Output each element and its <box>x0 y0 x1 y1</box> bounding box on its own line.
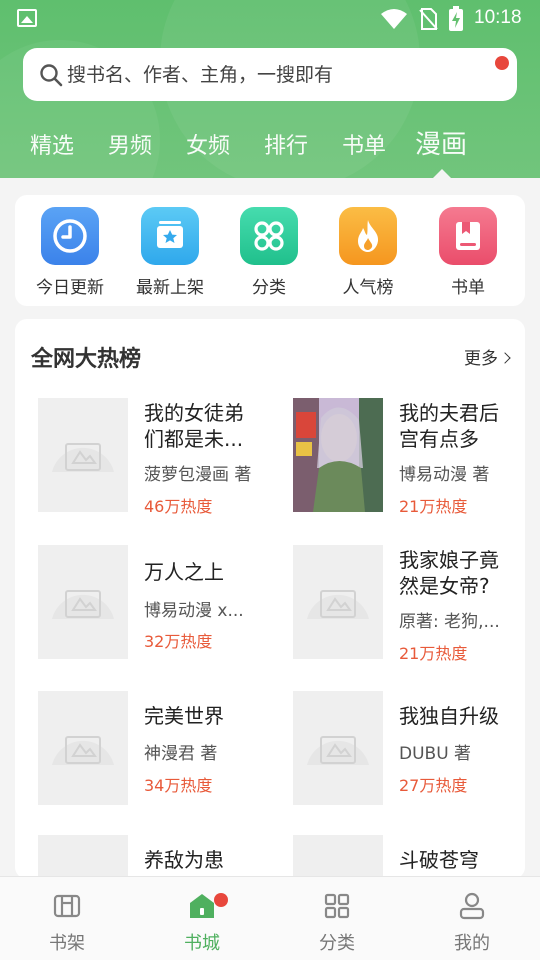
book-title: 我的女徒弟们都是未... <box>144 401 244 451</box>
no-sim-icon <box>419 8 438 30</box>
book-cover-placeholder <box>38 398 128 512</box>
book-heat: 21万热度 <box>399 497 468 516</box>
book-title: 养敌为患 <box>144 848 224 872</box>
book-heat: 21万热度 <box>399 644 468 663</box>
book-author: DUBU 著 <box>399 744 472 764</box>
quick-link-label: 最新上架 <box>136 278 204 298</box>
book-cover-placeholder <box>293 545 383 659</box>
quick-link-label: 书单 <box>451 278 485 298</box>
book-item[interactable]: 我的夫君后宫有点多 博易动漫 著 21万热度 <box>293 398 525 518</box>
star-box-icon <box>141 207 199 265</box>
quick-link-booklist[interactable]: 书单 <box>418 207 518 298</box>
book-title: 万人之上 <box>144 560 224 584</box>
status-bar: 10:18 <box>0 0 540 36</box>
bottom-navigation: 书架 书城 分类 我的 <box>0 876 540 960</box>
book-heat: 32万热度 <box>144 632 213 651</box>
picture-icon <box>17 9 37 27</box>
book-item[interactable]: 万人之上 博易动漫 x... 32万热度 <box>38 545 288 665</box>
book-author: 博易动漫 x... <box>144 601 244 621</box>
nav-label: 书城 <box>184 933 220 954</box>
image-placeholder-icon <box>52 590 114 619</box>
image-placeholder-icon <box>307 590 369 619</box>
nav-bookstore[interactable]: 书城 <box>162 891 242 955</box>
nav-bookshelf[interactable]: 书架 <box>27 891 107 955</box>
image-placeholder-icon <box>52 443 114 472</box>
quick-link-label: 分类 <box>252 278 286 298</box>
wifi-icon <box>381 9 407 29</box>
tab-ranking[interactable]: 排行 <box>264 128 308 160</box>
home-icon <box>190 894 214 918</box>
book-author: 博易动漫 著 <box>399 465 490 485</box>
book-item[interactable]: 完美世界 神漫君 著 34万热度 <box>38 691 288 811</box>
clock-icon <box>41 207 99 265</box>
bookmark-book-icon <box>439 207 497 265</box>
search-icon <box>40 64 63 87</box>
book-heat: 46万热度 <box>144 497 213 516</box>
tab-female[interactable]: 女频 <box>186 128 230 160</box>
tab-comics[interactable]: 漫画 <box>415 124 467 161</box>
book-item[interactable]: 我家娘子竟然是女帝? 原著: 老狗,... 21万热度 <box>293 545 525 665</box>
book-item[interactable]: 我的女徒弟们都是未... 菠萝包漫画 著 46万热度 <box>38 398 288 518</box>
cover-artwork <box>293 398 383 512</box>
image-placeholder-icon <box>52 736 114 765</box>
book-cover-placeholder <box>293 691 383 805</box>
chevron-right-icon <box>499 352 511 364</box>
quick-links-card: 今日更新 最新上架 分类 人气榜 书单 <box>15 195 525 306</box>
quick-link-label: 今日更新 <box>36 278 104 298</box>
section-title: 全网大热榜 <box>31 347 142 372</box>
book-title: 完美世界 <box>144 704 224 728</box>
book-item[interactable]: 我独自升级 DUBU 著 27万热度 <box>293 691 525 811</box>
book-author: 神漫君 著 <box>144 744 218 764</box>
tab-male[interactable]: 男频 <box>108 128 152 160</box>
book-cover-placeholder <box>38 545 128 659</box>
header: 10:18 精选 男频 女频 排行 书单 漫画 <box>0 0 540 178</box>
category-grid-icon <box>324 893 350 919</box>
book-title: 斗破苍穹 <box>399 848 479 872</box>
book-item[interactable]: 斗破苍穹 <box>293 835 525 879</box>
book-heat: 34万热度 <box>144 776 213 795</box>
quick-link-popular[interactable]: 人气榜 <box>318 207 418 298</box>
search-input[interactable] <box>67 58 487 92</box>
book-cover-placeholder <box>38 835 128 879</box>
grid-flower-icon <box>240 207 298 265</box>
quick-link-new-arrivals[interactable]: 最新上架 <box>120 207 220 298</box>
book-cover-placeholder <box>293 835 383 879</box>
nav-profile[interactable]: 我的 <box>432 891 512 955</box>
more-label: 更多 <box>464 349 498 369</box>
battery-charging-icon <box>449 6 463 31</box>
tab-booklist[interactable]: 书单 <box>342 128 386 160</box>
person-icon <box>459 892 485 920</box>
tab-featured[interactable]: 精选 <box>30 128 74 160</box>
quick-link-label: 人气榜 <box>342 278 394 298</box>
book-title: 我的夫君后宫有点多 <box>399 401 499 451</box>
quick-link-category[interactable]: 分类 <box>219 207 319 298</box>
nav-category[interactable]: 分类 <box>297 891 377 955</box>
book-cover-placeholder <box>38 691 128 805</box>
notification-dot <box>495 56 509 70</box>
image-placeholder-icon <box>307 736 369 765</box>
flame-icon <box>339 207 397 265</box>
category-tabs: 精选 男频 女频 排行 书单 漫画 <box>0 122 540 178</box>
book-title: 我家娘子竟然是女帝? <box>399 548 499 598</box>
nav-label: 我的 <box>454 933 490 954</box>
hot-ranking-card: 全网大热榜 更多 我的女徒弟们都是未... 菠萝包漫画 著 46万热度 我的夫君… <box>15 319 525 879</box>
book-author: 原著: 老狗,... <box>399 612 500 632</box>
book-title: 我独自升级 <box>399 704 499 728</box>
nav-label: 书架 <box>49 933 85 954</box>
clock-time: 10:18 <box>474 7 522 28</box>
quick-link-today-update[interactable]: 今日更新 <box>20 207 120 298</box>
book-author: 菠萝包漫画 著 <box>144 465 252 485</box>
more-link[interactable]: 更多 <box>464 344 511 369</box>
book-heat: 27万热度 <box>399 776 468 795</box>
nav-label: 分类 <box>319 933 355 954</box>
search-bar[interactable] <box>23 48 517 101</box>
book-cover-image <box>293 398 383 512</box>
notification-dot <box>214 893 228 907</box>
active-tab-indicator <box>433 169 451 178</box>
book-item[interactable]: 养敌为患 <box>38 835 288 879</box>
bookshelf-icon <box>53 894 81 918</box>
